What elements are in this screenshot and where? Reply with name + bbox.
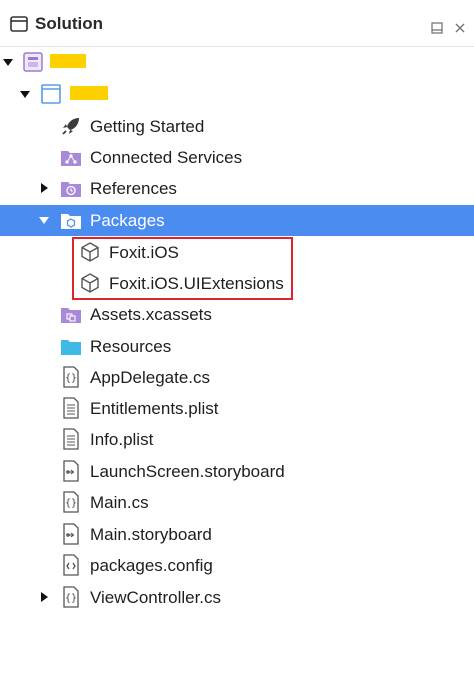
tree-node-project[interactable] (0, 79, 474, 110)
tree-item-label: Info.plist (90, 430, 154, 449)
tree-item-entitlements[interactable]: Entitlements.plist (0, 393, 474, 424)
tree-item-label: References (90, 179, 177, 198)
tree-item-launchscreen[interactable]: LaunchScreen.storyboard (0, 456, 474, 487)
ios-project-icon (41, 84, 61, 104)
tree-item-label: Main.storyboard (90, 525, 212, 544)
disclosure-collapsed-icon[interactable] (38, 182, 50, 194)
csharp-file-icon: {} (63, 491, 79, 513)
packages-folder-icon (61, 214, 81, 229)
rocket-icon (62, 118, 79, 135)
tree-node-solution[interactable] (0, 47, 474, 78)
svg-text:{}: {} (65, 593, 77, 604)
csharp-file-icon: {} (63, 586, 79, 608)
tree-item-label: Packages (90, 211, 165, 230)
packages-highlight-box (72, 237, 293, 300)
disclosure-expanded-icon[interactable] (19, 88, 31, 100)
tree-item-infoplist[interactable]: Info.plist (0, 424, 474, 455)
minimize-pad-icon[interactable] (430, 21, 444, 35)
plist-file-icon (63, 397, 79, 419)
config-file-icon (63, 554, 79, 576)
tree-item-label: Assets.xcassets (90, 305, 212, 324)
tree-item-mainstoryboard[interactable]: Main.storyboard (0, 519, 474, 550)
plist-file-icon (63, 428, 79, 450)
tree-item-label: Main.cs (90, 493, 149, 512)
disclosure-expanded-icon[interactable] (38, 214, 50, 226)
solution-pad-icon (10, 16, 28, 32)
tree-item-appdelegate[interactable]: {} AppDelegate.cs (0, 362, 474, 393)
pad-title: Solution (35, 14, 103, 33)
close-pad-icon[interactable] (453, 21, 467, 35)
svg-text:{}: {} (65, 373, 77, 384)
tree-item-references[interactable]: References (0, 173, 474, 204)
disclosure-collapsed-icon[interactable] (38, 591, 50, 603)
tree-item-packagesconfig[interactable]: packages.config (0, 550, 474, 581)
tree-item-label: LaunchScreen.storyboard (90, 462, 285, 481)
solution-pad-header: Solution (0, 0, 474, 47)
tree-item-label: Connected Services (90, 148, 243, 167)
tree-item-label: Getting Started (90, 117, 205, 136)
tree-item-packages[interactable]: Packages (0, 205, 474, 236)
solution-icon (23, 52, 43, 72)
tree-item-label: packages.config (90, 556, 213, 575)
tree-item-label: Entitlements.plist (90, 399, 219, 418)
tree-item-label: ViewController.cs (90, 588, 222, 607)
connected-services-folder-icon (61, 151, 81, 166)
storyboard-file-icon (63, 523, 79, 545)
tree-item-assets[interactable]: Assets.xcassets (0, 299, 474, 330)
tree-item-resources[interactable]: Resources (0, 331, 474, 362)
tree-item-connected-services[interactable]: Connected Services (0, 142, 474, 173)
asset-catalog-folder-icon (61, 308, 81, 323)
tree-item-getting-started[interactable]: Getting Started (0, 111, 474, 142)
references-folder-icon (61, 182, 81, 197)
redacted-solution-name (50, 54, 86, 68)
folder-icon (61, 340, 81, 355)
storyboard-file-icon (63, 460, 79, 482)
tree-item-viewcontroller[interactable]: {} ViewController.cs (0, 582, 474, 613)
tree-item-label: AppDelegate.cs (90, 368, 211, 387)
redacted-project-name (70, 86, 108, 100)
svg-text:{}: {} (65, 498, 77, 509)
tree-item-label: Resources (90, 337, 172, 356)
disclosure-expanded-icon[interactable] (2, 56, 14, 68)
csharp-file-icon: {} (63, 366, 79, 388)
tree-item-maincs[interactable]: {} Main.cs (0, 487, 474, 518)
